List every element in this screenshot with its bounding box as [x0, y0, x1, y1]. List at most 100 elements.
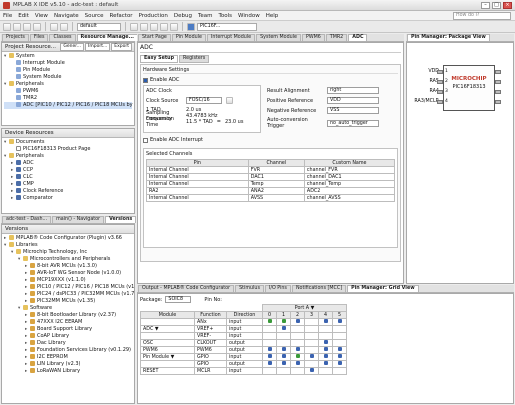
table-row[interactable]: ADC ▼ VREF+ input [140, 325, 347, 333]
unlocked-pin-icon[interactable] [337, 319, 342, 323]
unlocked-pin-icon[interactable] [337, 354, 342, 358]
tab-interrupt-module[interactable]: Interrupt Module [207, 34, 256, 41]
unlocked-pin-icon[interactable] [323, 340, 328, 344]
tree-item-libraries[interactable]: ▾ Libraries [4, 242, 132, 249]
tree-item-pwm6[interactable]: PWM6 [4, 88, 132, 95]
tree-item-adc-pic10-pic12-pic16-pic18-mc[interactable]: ADC [PIC10 / PIC12 / PIC16 / PIC18 MCUs … [4, 102, 134, 109]
unlocked-pin-icon[interactable] [281, 361, 286, 365]
tree-item-board-support-library[interactable]: ▸ Board Support Library [4, 326, 132, 333]
grid-pin-cell[interactable] [332, 339, 347, 347]
tree-item-pic16f18313-product-page[interactable]: PIC16F18313 Product Page [4, 146, 132, 153]
grid-pin-cell[interactable] [262, 325, 277, 333]
tab-pwm6[interactable]: PWM6 [301, 34, 325, 41]
menu-tools[interactable]: Tools [218, 13, 232, 19]
tab-system-module[interactable]: System Module [256, 34, 301, 41]
table-row[interactable]: Pin Module ▼ GPIO input [140, 353, 347, 361]
tree-item-system-module[interactable]: System Module [4, 74, 132, 81]
export-button[interactable]: Export [111, 43, 132, 51]
menu-debug[interactable]: Debug [174, 13, 192, 19]
unlocked-pin-icon[interactable] [323, 361, 328, 365]
unlocked-pin-icon[interactable] [337, 347, 342, 351]
table-row[interactable]: ANx input [140, 318, 347, 326]
table-row[interactable]: OSC CLKOUT output [140, 339, 347, 347]
tree-item-avr-iot-wg-sensor-node-v1-0-0[interactable]: ▸ AVR-IoT WG Sensor Node (v1.0.0) [4, 270, 132, 277]
grid-pin-cell[interactable] [304, 360, 319, 368]
tree-item-clock-reference[interactable]: ▸ Clock Reference [4, 188, 132, 195]
grid-pin-cell[interactable] [262, 360, 277, 368]
menu-help[interactable]: Help [266, 13, 279, 19]
table-row[interactable]: PWM6 PWM6 output [140, 346, 347, 354]
grid-pin-cell[interactable] [332, 346, 347, 354]
undo-icon[interactable] [50, 22, 58, 31]
tree-item-interrupt-module[interactable]: Interrupt Module [4, 60, 132, 67]
grid-pin-cell[interactable] [318, 367, 333, 375]
grid-module-cell[interactable]: PWM6 [140, 346, 195, 354]
tree-item-pin-module[interactable]: Pin Module [4, 67, 132, 74]
redo-icon[interactable] [60, 22, 68, 31]
tree-item-microcontrollers-and-periphera[interactable]: ▾ Microcontrollers and Peripherals [4, 256, 132, 263]
grid-pin-cell[interactable] [262, 332, 277, 340]
tree-item-tmr2[interactable]: TMR2 [4, 95, 132, 102]
tree-item-ccp[interactable]: ▸ CCP [4, 167, 132, 174]
menu-refactor[interactable]: Refactor [110, 13, 133, 19]
device-select[interactable]: PIC16F... [197, 22, 257, 31]
grid-pin-cell[interactable] [276, 325, 291, 333]
tree-item-pic32mm-mcus-v1-35[interactable]: ▸ PIC32MM MCUs (v1.35) [4, 298, 132, 305]
minimize-button[interactable]: – [481, 2, 490, 9]
grid-pin-cell[interactable] [304, 332, 319, 340]
tree-item-microchip-technology-inc[interactable]: ▾ Microchip Technology, Inc [4, 249, 132, 256]
tab-stimulus[interactable]: Stimulus [235, 285, 264, 292]
enable-adc-checkbox[interactable] [143, 77, 148, 83]
locked-pin-icon[interactable] [295, 354, 300, 358]
tree-item-system[interactable]: ▾ System [4, 53, 132, 60]
grid-pin-cell[interactable] [304, 325, 319, 333]
unlocked-pin-icon[interactable] [281, 326, 286, 330]
tree-item-dac-library[interactable]: ▸ Dac Library [4, 340, 132, 347]
menu-view[interactable]: View [35, 13, 48, 19]
new-file-icon[interactable] [13, 22, 21, 31]
grid-pin-cell[interactable] [332, 332, 347, 340]
grid-pin-cell[interactable] [290, 346, 305, 354]
tree-item-peripherals[interactable]: ▾ Peripherals [4, 81, 132, 88]
unlocked-pin-icon[interactable] [281, 347, 286, 351]
grid-pin-cell[interactable] [290, 325, 305, 333]
unlocked-pin-icon[interactable] [267, 347, 272, 351]
unlocked-pin-icon[interactable] [295, 347, 300, 351]
table-row[interactable]: Internal Channel Temp channel_Temp [146, 180, 396, 188]
table-row[interactable]: RA2 ANA2 ADC2 [146, 187, 396, 195]
tree-item-peripherals[interactable]: ▾ Peripherals [4, 153, 132, 160]
subtab-registers[interactable]: Registers [179, 55, 210, 63]
grid-pin-cell[interactable] [318, 318, 333, 326]
tree-item-cmp[interactable]: ▸ CMP [4, 181, 132, 188]
result-alignment-select[interactable]: right [327, 87, 379, 94]
pin-right-8[interactable] [495, 70, 501, 74]
new-project-icon[interactable] [3, 22, 11, 31]
tab-adc[interactable]: ADC [348, 34, 368, 41]
grid-pin-cell[interactable] [276, 332, 291, 340]
clock-source-select[interactable]: FOSC/16 [186, 97, 222, 104]
pin-right-6[interactable] [495, 90, 501, 94]
tab-package-view[interactable]: Pin Manager: Package View [407, 34, 490, 41]
package-select[interactable]: SOIC8 [165, 296, 192, 303]
grid-pin-cell[interactable] [332, 325, 347, 333]
tab-start-page[interactable]: Start Page [138, 34, 171, 41]
tab-resource-manage[interactable]: Resource Manage... [76, 34, 138, 41]
tab-main-navigator[interactable]: main() - Navigator [52, 216, 105, 223]
pin-2[interactable] [437, 80, 443, 84]
grid-pin-cell[interactable] [276, 318, 291, 326]
grid-pin-cell[interactable] [318, 346, 333, 354]
tree-item-i2c-eeprom[interactable]: ▸ I2C EEPROM [4, 354, 132, 361]
unlocked-pin-icon[interactable] [309, 368, 314, 372]
tab-pin-module[interactable]: Pin Module [171, 34, 206, 41]
grid-pin-cell[interactable] [262, 353, 277, 361]
grid-module-cell[interactable]: OSC [140, 339, 195, 347]
grid-pin-cell[interactable] [290, 339, 305, 347]
locked-pin-icon[interactable] [267, 319, 272, 323]
unlocked-pin-icon[interactable] [323, 319, 328, 323]
tab-adc-test-dash[interactable]: adc-test - Dash... [2, 216, 52, 223]
tree-item-8-bit-bootloader-library-v2-37[interactable]: ▸ 8-bit Bootloader Library (v2.37) [4, 312, 132, 319]
subtab-easy-setup[interactable]: Easy Setup [140, 55, 179, 63]
tree-item-documents[interactable]: ▾ Documents [4, 139, 132, 146]
tab-classes[interactable]: Classes [49, 34, 76, 41]
menu-source[interactable]: Source [85, 13, 104, 19]
